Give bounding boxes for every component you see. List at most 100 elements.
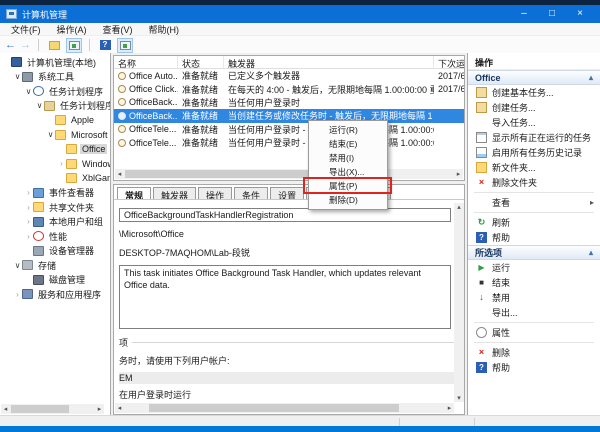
- tab-2[interactable]: 操作: [198, 187, 232, 199]
- scroll-right-icon[interactable]: ▸: [454, 170, 463, 178]
- action-end[interactable]: ■结束: [468, 275, 600, 290]
- tree-item-performance[interactable]: ›性能: [0, 229, 110, 244]
- collapsed-chevron-icon[interactable]: ›: [24, 203, 33, 212]
- tree-item-services-applications[interactable]: ›服务和应用程序: [0, 287, 110, 302]
- column-header-3[interactable]: 下次运行时间: [434, 56, 464, 68]
- help-icon[interactable]: ?: [97, 38, 113, 53]
- expanded-chevron-icon[interactable]: ∨: [13, 261, 22, 270]
- action-import-task[interactable]: 导入任务...: [468, 115, 600, 130]
- menu-item-properties[interactable]: 属性(P): [309, 179, 387, 193]
- tree-item-system-tools[interactable]: ∨系统工具: [0, 70, 110, 85]
- action-delete[interactable]: ×删除: [468, 345, 600, 360]
- scroll-left-icon[interactable]: ◂: [115, 170, 124, 178]
- scroll-down-icon[interactable]: ▾: [457, 394, 461, 402]
- back-icon[interactable]: ←: [5, 39, 16, 51]
- tab-3[interactable]: 条件: [234, 187, 268, 199]
- menu-item-run[interactable]: 运行(R): [309, 123, 387, 137]
- tab-1[interactable]: 触发器: [153, 187, 196, 199]
- task-list-horizontal-scrollbar[interactable]: ◂ ▸: [115, 169, 463, 179]
- task-row[interactable]: OfficeTele...准备就绪当任何用户登录时 - 触发后，无限期地每隔 1…: [114, 123, 464, 136]
- forward-icon[interactable]: →: [20, 39, 31, 51]
- tree-item-task-scheduler[interactable]: ∨任务计划程序: [0, 84, 110, 99]
- menu-item-export[interactable]: 导出(X)...: [309, 165, 387, 179]
- column-header-0[interactable]: 名称: [114, 56, 178, 68]
- logon-option-label[interactable]: 在用户登录时运行: [119, 388, 454, 401]
- expanded-chevron-icon[interactable]: ∨: [46, 130, 55, 139]
- expanded-chevron-icon[interactable]: ∨: [24, 87, 33, 96]
- action-enable-task-history[interactable]: 启用所有任务历史记录: [468, 145, 600, 160]
- title-bar[interactable]: 计算机管理 – □ ×: [0, 5, 600, 23]
- scroll-left-icon[interactable]: ◂: [115, 404, 124, 412]
- show-console-tree-icon[interactable]: [46, 38, 62, 53]
- action-properties[interactable]: 属性: [468, 325, 600, 340]
- scroll-thumb[interactable]: [149, 404, 399, 412]
- action-help-selected[interactable]: ?帮助: [468, 360, 600, 375]
- tree-horizontal-scrollbar[interactable]: ◂ ▸: [1, 404, 104, 414]
- scroll-right-icon[interactable]: ▸: [445, 404, 454, 412]
- tree-item-task-scheduler-library[interactable]: ∨任务计划程序库: [0, 99, 110, 114]
- close-button[interactable]: ×: [566, 5, 594, 23]
- menu-item-3[interactable]: 帮助(H): [141, 23, 188, 36]
- collapsed-chevron-icon[interactable]: ›: [57, 159, 66, 168]
- expanded-chevron-icon[interactable]: ∨: [13, 72, 22, 81]
- menu-item-2[interactable]: 查看(V): [95, 23, 141, 36]
- menu-item-delete[interactable]: 删除(D): [309, 193, 387, 207]
- task-description-field[interactable]: This task initiates Office Background Ta…: [119, 265, 451, 329]
- action-display-running-tasks[interactable]: 显示所有正在运行的任务: [468, 130, 600, 145]
- task-row[interactable]: Office Click...准备就绪在每天的 4:00 - 触发后，无限期地每…: [114, 82, 464, 95]
- task-name-field[interactable]: OfficeBackgroundTaskHandlerRegistration: [119, 208, 451, 222]
- maximize-button[interactable]: □: [538, 5, 566, 23]
- tree-item-event-viewer[interactable]: ›事件查看器: [0, 186, 110, 201]
- action-create-basic-task[interactable]: 创建基本任务...: [468, 85, 600, 100]
- action-refresh[interactable]: ↻刷新: [468, 215, 600, 230]
- task-row[interactable]: Office Auto...准备就绪已定义多个触发器2017/6: [114, 69, 464, 82]
- column-header-1[interactable]: 状态: [178, 56, 224, 68]
- tree-item-office[interactable]: Office: [0, 142, 110, 157]
- tab-4[interactable]: 设置: [270, 187, 304, 199]
- collapsed-chevron-icon[interactable]: ›: [24, 188, 33, 197]
- tree-item-microsoft[interactable]: ∨Microsoft: [0, 128, 110, 143]
- task-row[interactable]: OfficeTele...准备就绪当任何用户登录时 - 触发后，无限期地每隔 1…: [114, 136, 464, 149]
- scroll-left-icon[interactable]: ◂: [1, 405, 10, 413]
- actions-section-header-1[interactable]: 所选项▴: [468, 245, 600, 260]
- scroll-thumb[interactable]: [11, 405, 69, 413]
- tree-item-xblgamesave[interactable]: XblGameSa: [0, 171, 110, 186]
- show-hide-pane-icon[interactable]: [66, 38, 82, 53]
- collapsed-chevron-icon[interactable]: ›: [24, 217, 33, 226]
- action-new-folder[interactable]: 新文件夹...: [468, 160, 600, 175]
- expanded-chevron-icon[interactable]: ∨: [35, 101, 44, 110]
- task-row[interactable]: OfficeBack...准备就绪当创建任务或修改任务时 - 触发后，无限期地每…: [114, 109, 464, 122]
- tree-item-device-manager[interactable]: 设备管理器: [0, 244, 110, 259]
- detail-horizontal-scrollbar[interactable]: ◂ ▸: [115, 403, 454, 413]
- tree-item-windows[interactable]: ›Windows: [0, 157, 110, 172]
- scroll-thumb[interactable]: [125, 170, 335, 178]
- action-export[interactable]: 导出...: [468, 305, 600, 320]
- action-delete-folder[interactable]: ×删除文件夹: [468, 175, 600, 190]
- collapsed-chevron-icon[interactable]: ›: [24, 232, 33, 241]
- tree-item-apple[interactable]: Apple: [0, 113, 110, 128]
- actions-section-header-0[interactable]: Office▴: [468, 70, 600, 85]
- action-view[interactable]: 查看▸: [468, 195, 600, 210]
- collapse-icon[interactable]: ▴: [589, 248, 593, 257]
- action-run[interactable]: ▶运行: [468, 260, 600, 275]
- menu-item-end[interactable]: 结束(E): [309, 137, 387, 151]
- action-disable[interactable]: ↓禁用: [468, 290, 600, 305]
- action-create-task[interactable]: 创建任务...: [468, 100, 600, 115]
- tree-item-shared-folders[interactable]: ›共享文件夹: [0, 200, 110, 215]
- action-help[interactable]: ?帮助: [468, 230, 600, 245]
- menu-item-1[interactable]: 操作(A): [49, 23, 95, 36]
- scroll-right-icon[interactable]: ▸: [95, 405, 104, 413]
- collapse-icon[interactable]: ▴: [589, 73, 593, 82]
- show-action-pane-icon[interactable]: [117, 38, 133, 53]
- column-header-2[interactable]: 触发器: [224, 56, 434, 68]
- menu-item-disable[interactable]: 禁用(I): [309, 151, 387, 165]
- detail-vertical-scrollbar[interactable]: ▴ ▾: [454, 203, 464, 402]
- tree-item-computer-management[interactable]: 计算机管理(本地): [0, 55, 110, 70]
- menu-item-0[interactable]: 文件(F): [3, 23, 49, 36]
- tree-item-storage[interactable]: ∨存储: [0, 258, 110, 273]
- tree-item-disk-management[interactable]: 磁盘管理: [0, 273, 110, 288]
- minimize-button[interactable]: –: [510, 5, 538, 23]
- scroll-up-icon[interactable]: ▴: [457, 203, 461, 211]
- tree-item-local-users-groups[interactable]: ›本地用户和组: [0, 215, 110, 230]
- task-row[interactable]: OfficeBack...准备就绪当任何用户登录时: [114, 96, 464, 109]
